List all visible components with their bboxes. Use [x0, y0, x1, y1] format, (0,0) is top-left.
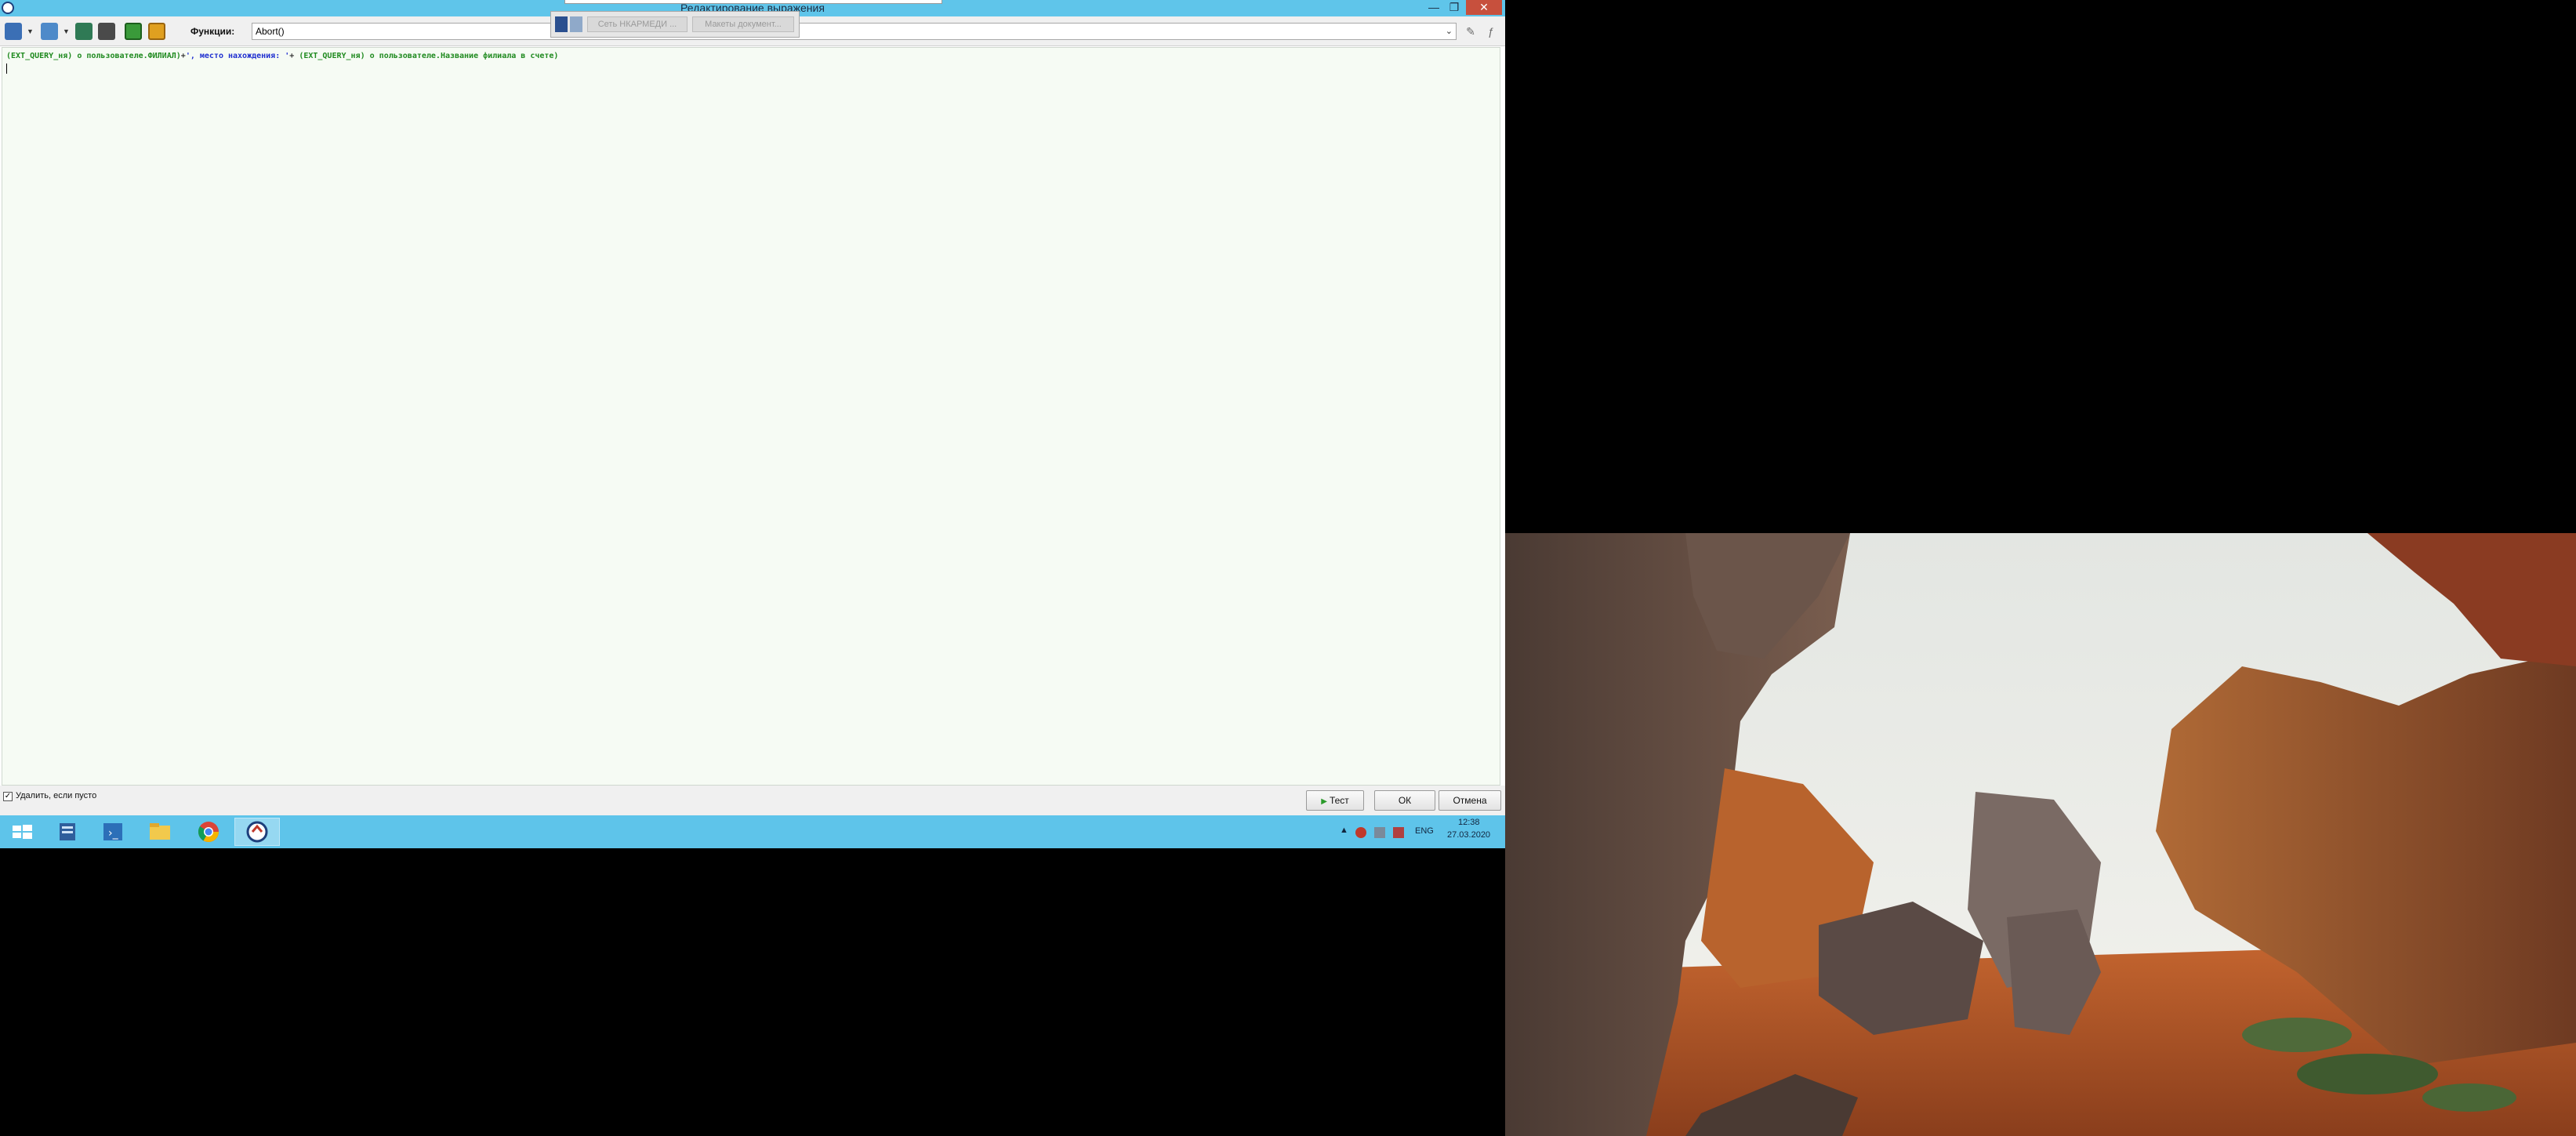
forward-icon[interactable] [41, 23, 58, 40]
edit-pencil-icon[interactable]: ✎ [1463, 24, 1478, 39]
function-wizard-icon[interactable]: ƒ [1483, 24, 1499, 39]
close-button[interactable]: ✕ [1466, 0, 1502, 15]
back-dropdown-icon[interactable]: ▼ [27, 27, 34, 35]
expression-segment: (EXT_QUERY_ня) [6, 52, 73, 60]
desktop: Редактирование выражения — ❐ ✕ ▼ ▼ Функц… [0, 0, 2576, 1136]
windows-logo-icon [13, 825, 32, 839]
settings-icon[interactable] [98, 23, 115, 40]
expression-editor-window: Редактирование выражения — ❐ ✕ ▼ ▼ Функц… [0, 0, 1505, 848]
desktop-wallpaper-canyon [1505, 533, 2576, 1136]
floating-toolbar: Сеть НКАРМЕДИ ... Макеты документ... [550, 11, 800, 38]
insert-field-icon[interactable] [125, 23, 142, 40]
refresh-icon[interactable] [75, 23, 93, 40]
ok-button[interactable]: ОК [1374, 790, 1435, 811]
svg-text:›_: ›_ [108, 827, 119, 840]
windows-icon[interactable] [570, 16, 582, 32]
test-button[interactable]: ▶ Тест [1306, 790, 1364, 811]
tray-expand-icon[interactable]: ▲ [1340, 826, 1348, 835]
expression-segment: (EXT_QUERY_ня) [299, 52, 365, 60]
chrome-icon[interactable] [187, 818, 230, 845]
text-caret [6, 64, 7, 74]
expression-text-area[interactable]: (EXT_QUERY_ня) о пользователе.ФИЛИАЛ) +',… [2, 47, 1500, 786]
expression-segment: ', место нахождения: ' [185, 52, 290, 60]
maximize-button[interactable]: ❐ [1441, 0, 1468, 15]
server-manager-icon[interactable] [45, 818, 89, 845]
expression-segment: о пользователе.ФИЛИАЛ) [72, 52, 181, 60]
forward-dropdown-icon[interactable]: ▼ [63, 27, 70, 35]
back-icon[interactable] [5, 23, 22, 40]
insert-variable-icon[interactable] [148, 23, 165, 40]
network-icon[interactable] [1374, 827, 1385, 838]
clock-date[interactable]: 27.03.2020 [1447, 830, 1490, 840]
language-indicator[interactable]: ENG [1415, 826, 1434, 836]
powershell-icon[interactable]: ›_ [91, 818, 135, 845]
delete-if-empty-checkbox[interactable]: ✓ [3, 792, 13, 801]
functions-select[interactable]: Abort() ⌄ [252, 23, 1457, 40]
volume-icon[interactable] [1393, 827, 1404, 838]
dialog-footer: ✓ Удалить, если пусто ▶ Тест ОК Отмена [0, 786, 1505, 815]
functions-select-value: Abort() [256, 26, 285, 37]
floating-dialog-edge [564, 0, 942, 4]
clock-time[interactable]: 12:38 [1458, 818, 1480, 827]
cancel-button[interactable]: Отмена [1439, 790, 1501, 811]
app-task-icon[interactable] [234, 818, 280, 846]
floating-button-network[interactable]: Сеть НКАРМЕДИ ... [587, 16, 688, 32]
file-explorer-icon[interactable] [138, 818, 182, 845]
functions-label: Функции: [190, 26, 235, 37]
document-icon[interactable] [555, 16, 568, 32]
play-icon: ▶ [1321, 797, 1327, 806]
expression-segment: о пользователе.Название филиала в счете) [365, 52, 559, 60]
expression-segment: + [289, 52, 299, 60]
taskbar: ›_ ▲ ENG 12:38 27.03.2020 [0, 815, 1505, 848]
chevron-down-icon[interactable]: ⌄ [1446, 24, 1453, 39]
floating-button-templates[interactable]: Макеты документ... [692, 16, 794, 32]
test-button-label: Тест [1329, 795, 1349, 806]
start-button[interactable] [0, 818, 44, 845]
expression-code-line: (EXT_QUERY_ня) о пользователе.ФИЛИАЛ) +',… [6, 52, 558, 60]
tray-app-icon[interactable] [1355, 827, 1366, 838]
delete-if-empty-label: Удалить, если пусто [16, 791, 97, 800]
canyon-photo [1505, 533, 2576, 1136]
